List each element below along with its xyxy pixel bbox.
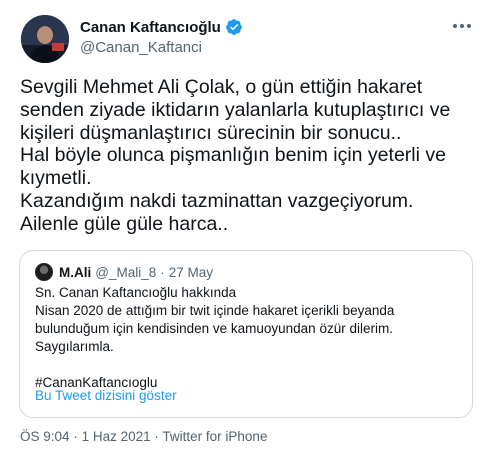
more-options-icon[interactable] — [448, 16, 476, 36]
quoted-text-line: Saygılarımla. — [35, 339, 114, 354]
author-handle[interactable]: @Canan_Kaftanci — [80, 39, 243, 56]
tweet-text: Sevgili Mehmet Ali Çolak, o gün ettiğin … — [20, 76, 484, 236]
quoted-separator: · — [160, 264, 165, 280]
tweet-text-line: Sevgili Mehmet Ali Çolak, o gün ettiğin … — [20, 76, 423, 98]
quoted-tweet[interactable]: M.Ali @_Mali_8 · 27 May Sn. Canan Kaftan… — [19, 250, 473, 418]
tweet-meta: ÖS 9:04 · 1 Haz 2021 · Twitter for iPhon… — [20, 429, 267, 444]
tweet-card: Canan Kaftancıoğlu @Canan_Kaftanci Sevgi… — [0, 0, 494, 452]
tweet-text-line: senden ziyade iktidarın yalanlarla kutup… — [20, 98, 451, 121]
quoted-text-line: bulunduğum için kendisinden ve kamuoyund… — [35, 321, 393, 336]
tweet-text-line: kıymetli. — [20, 167, 92, 190]
tweet-text-line: Ailenle güle güle harca.. — [20, 212, 229, 235]
tweet-text-line: kişileri düşmanlaştırıcı sürecinin bir s… — [20, 121, 402, 144]
quoted-date: 27 May — [168, 264, 214, 280]
meta-separator: · — [73, 429, 78, 444]
tweet-text-line: Kazandığım nakdi tazminattan vazgeçiyoru… — [20, 189, 414, 212]
tweet-time[interactable]: ÖS 9:04 — [20, 429, 70, 444]
quoted-author-avatar — [35, 263, 53, 281]
meta-separator: · — [154, 429, 159, 444]
quoted-text-line: Nisan 2020 de attığım bir twit içinde ha… — [35, 303, 395, 318]
tweet-text-line: Hal böyle olunca pişmanlığın benim için … — [20, 144, 446, 167]
author-avatar[interactable] — [21, 15, 69, 63]
quoted-text-line: Sn. Canan Kaftancıoğlu hakkında — [35, 285, 237, 300]
author-name-row: Canan Kaftancıoğlu — [80, 18, 243, 36]
quoted-text-spacer — [35, 356, 463, 374]
tweet-date[interactable]: 1 Haz 2021 — [82, 429, 151, 444]
verified-badge-icon — [225, 18, 243, 36]
author-display-name[interactable]: Canan Kaftancıoğlu — [80, 19, 221, 36]
quoted-tweet-header: M.Ali @_Mali_8 · 27 May — [35, 263, 213, 281]
avatar-image — [21, 15, 69, 63]
show-thread-link[interactable]: Bu Tweet dizisini göster — [35, 388, 177, 403]
quoted-author-name: M.Ali — [59, 264, 92, 280]
author-info: Canan Kaftancıoğlu @Canan_Kaftanci — [80, 18, 243, 56]
tweet-source[interactable]: Twitter for iPhone — [162, 429, 267, 444]
quoted-tweet-text: Sn. Canan Kaftancıoğlu hakkında Nisan 20… — [35, 284, 463, 392]
quoted-author-handle: @_Mali_8 — [95, 264, 157, 280]
